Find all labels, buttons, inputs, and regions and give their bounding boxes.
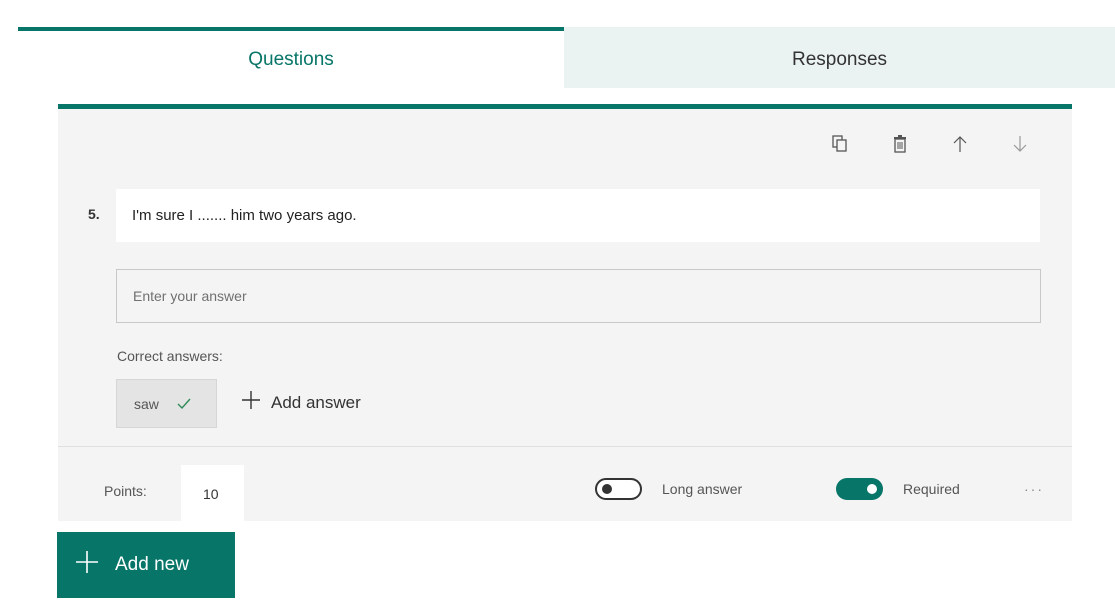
delete-icon[interactable] (886, 131, 914, 157)
tab-responses[interactable]: Responses (564, 27, 1115, 88)
add-new-label: Add new (115, 554, 189, 575)
correct-answer-text: saw (134, 395, 159, 412)
checkmark-icon (177, 396, 191, 412)
long-answer-switch[interactable] (595, 478, 642, 500)
correct-answers-label: Correct answers: (117, 348, 223, 364)
points-label: Points: (104, 483, 147, 499)
arrow-down-icon[interactable] (1006, 131, 1034, 157)
question-text[interactable]: I'm sure I ....... him two years ago. (116, 189, 1040, 242)
points-input[interactable] (181, 465, 244, 522)
long-answer-label: Long answer (662, 481, 743, 497)
plus-icon (75, 550, 99, 580)
question-number: 5. (88, 206, 100, 222)
question-footer: Points: Long answer Required ··· (58, 446, 1072, 522)
arrow-up-icon[interactable] (946, 131, 974, 157)
tab-questions[interactable]: Questions (18, 27, 564, 88)
plus-icon (241, 390, 261, 415)
add-answer-button[interactable]: Add answer (241, 390, 361, 415)
add-answer-label: Add answer (271, 392, 361, 412)
copy-icon[interactable] (826, 131, 854, 157)
required-label: Required (903, 481, 960, 497)
question-toolbar (826, 131, 1034, 157)
long-answer-toggle[interactable]: Long answer (595, 478, 742, 500)
question-card: 5. I'm sure I ....... him two years ago.… (58, 104, 1072, 522)
correct-answer-chip[interactable]: saw (116, 379, 217, 428)
add-new-button[interactable]: Add new (57, 532, 235, 598)
required-switch[interactable] (836, 478, 883, 500)
answer-input[interactable] (116, 269, 1041, 323)
tab-bar: Questions Responses (18, 27, 1115, 88)
more-options-icon[interactable]: ··· (1024, 481, 1044, 497)
required-toggle[interactable]: Required (836, 478, 960, 500)
